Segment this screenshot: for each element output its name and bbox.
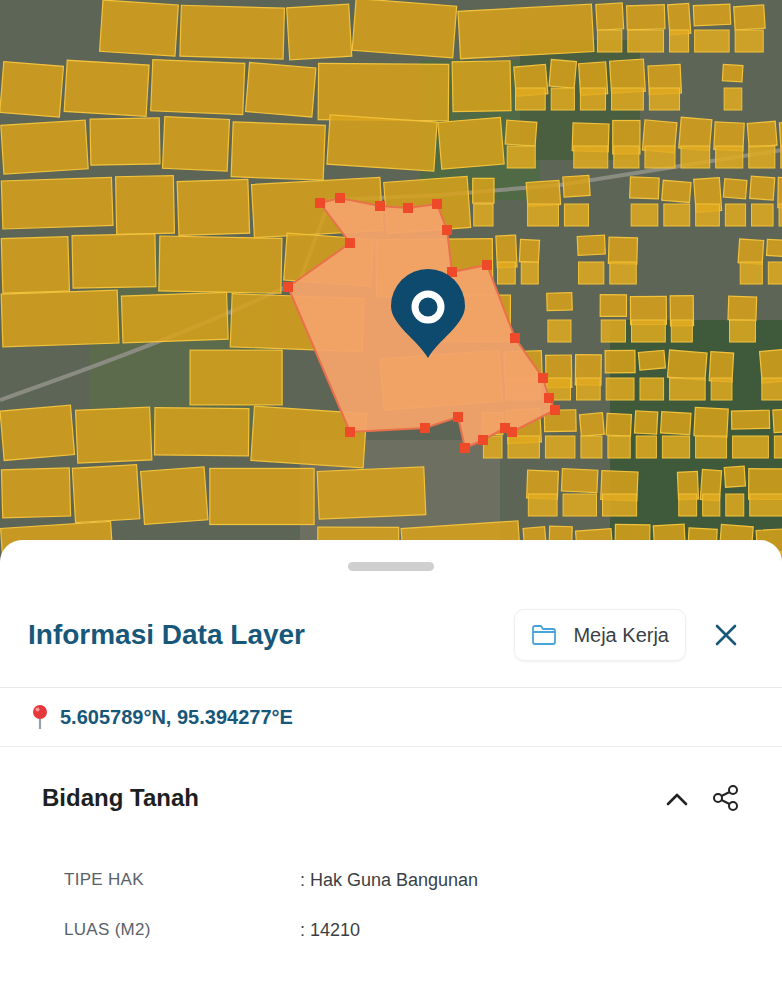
map[interactable]: [0, 0, 782, 565]
vertex-handle[interactable]: [544, 393, 554, 403]
chevron-up-icon: [666, 792, 688, 806]
location-pin-icon[interactable]: [391, 269, 465, 358]
section-title: Bidang Tanah: [42, 784, 199, 813]
selected-parcel[interactable]: [288, 198, 555, 448]
vertex-handle[interactable]: [550, 405, 560, 415]
info-sheet: Informasi Data Layer Meja Kerja 5.605789°N…: [0, 540, 782, 1000]
app-frame: Informasi Data Layer Meja Kerja 5.605789°N…: [0, 0, 782, 1000]
vertex-handle[interactable]: [432, 199, 442, 209]
field-row: LUAS (M2): 14210: [0, 905, 782, 955]
field-value: : Hak Guna Bangunan: [300, 867, 478, 894]
section-actions: [666, 784, 740, 812]
folder-icon: [531, 624, 557, 646]
share-icon: [712, 784, 740, 812]
vertex-handle[interactable]: [335, 193, 345, 203]
vertex-handle[interactable]: [510, 333, 520, 343]
coordinate-row: 5.605789°N, 95.394277°E: [0, 688, 782, 746]
close-button[interactable]: [710, 619, 742, 652]
vertex-handle[interactable]: [482, 260, 492, 270]
vertex-handle[interactable]: [420, 423, 430, 433]
vertex-handle[interactable]: [403, 203, 413, 213]
field-label: TIPE HAK: [64, 867, 300, 893]
vertex-handle[interactable]: [538, 373, 548, 383]
workspace-label: Meja Kerja: [573, 620, 669, 650]
coordinates: 5.605789°N, 95.394277°E: [60, 702, 293, 732]
vertex-handle[interactable]: [345, 238, 355, 248]
drag-handle[interactable]: [348, 562, 434, 571]
sheet-title: Informasi Data Layer: [28, 618, 305, 652]
vertex-handle[interactable]: [460, 443, 470, 453]
field-label: LUAS (M2): [64, 917, 300, 943]
vertex-handle[interactable]: [345, 427, 355, 437]
close-icon: [714, 623, 738, 647]
sheet-handle-area[interactable]: [0, 540, 782, 581]
vertex-handle[interactable]: [283, 282, 293, 292]
field-row: TIPE HAK: Hak Guna Bangunan: [0, 855, 782, 905]
vertex-handle[interactable]: [442, 225, 452, 235]
vertex-handle[interactable]: [500, 423, 510, 433]
divider: [0, 746, 782, 747]
vertex-handle[interactable]: [478, 435, 488, 445]
vertex-handle[interactable]: [315, 198, 325, 208]
vertex-handle[interactable]: [375, 201, 385, 211]
divider: [0, 687, 782, 688]
field-list: TIPE HAK: Hak Guna BangunanLUAS (M2): 14…: [0, 847, 782, 955]
header-actions: Meja Kerja: [514, 609, 742, 661]
share-button[interactable]: [712, 784, 740, 812]
sheet-header: Informasi Data Layer Meja Kerja: [0, 581, 782, 687]
section-header[interactable]: Bidang Tanah: [0, 747, 782, 847]
map-pin-icon: [28, 704, 52, 730]
collapse-toggle[interactable]: [666, 786, 688, 810]
field-value: : 14210: [300, 917, 360, 944]
workspace-button[interactable]: Meja Kerja: [514, 609, 686, 661]
vertex-handle[interactable]: [453, 412, 463, 422]
